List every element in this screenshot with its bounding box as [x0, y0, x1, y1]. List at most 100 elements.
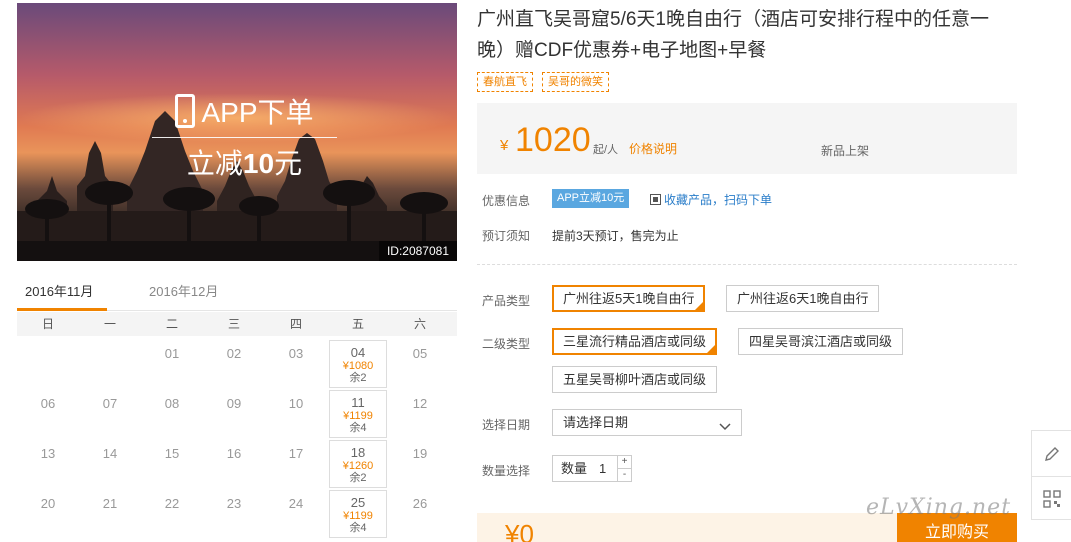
- chevron-down-icon: [719, 414, 731, 439]
- weekday-mon: 一: [103, 317, 116, 331]
- qr-code-tool[interactable]: [1032, 476, 1071, 521]
- calendar-week-row: 01 02 03 04 ¥1080 余2 05: [17, 338, 457, 388]
- type-option-5day[interactable]: 广州往返5天1晚自由行: [552, 285, 706, 312]
- calendar-day-18[interactable]: 18 ¥1260 余2: [329, 440, 387, 488]
- hotel-option-3star[interactable]: 三星流行精品酒店或同级: [552, 328, 718, 355]
- calendar-day-25[interactable]: 25 ¥1199 余4: [329, 490, 387, 538]
- date-select-placeholder: 请选择日期: [563, 415, 629, 430]
- calendar-day-price: ¥1199: [343, 510, 373, 522]
- calendar-day-14: 14: [102, 446, 118, 461]
- calendar-day-22: 22: [164, 496, 180, 511]
- calendar-day-09: 09: [226, 396, 242, 411]
- qr-order-link[interactable]: 收藏产品，扫码下单: [650, 191, 772, 208]
- calendar-day-number: 04: [350, 345, 366, 360]
- calendar-day-number: 18: [350, 445, 366, 460]
- product-hero-image: APP下单 立减10元 ID:2087081: [17, 3, 457, 261]
- site-watermark: eLvXing.net: [866, 495, 1012, 520]
- calendar-day-01: 01: [164, 346, 180, 361]
- qr-order-link-text: 收藏产品，扫码下单: [664, 193, 773, 207]
- product-type-label: 产品类型: [482, 294, 531, 308]
- calendar-day-12: 12: [412, 396, 428, 411]
- type-option-6day[interactable]: 广州往返6天1晚自由行: [726, 285, 880, 312]
- price-unit: 起/人: [593, 144, 619, 156]
- total-price: ¥0: [505, 519, 534, 542]
- quantity-prefix: 数量: [561, 461, 588, 476]
- weekday-thu: 四: [289, 317, 302, 331]
- new-product-status: 新品上架: [821, 144, 870, 158]
- floating-side-tools: [1031, 430, 1071, 520]
- promo-line2: 立减10元: [152, 142, 337, 182]
- app-discount-badge: APP立减10元: [552, 189, 630, 208]
- weekday-sun: 日: [41, 317, 54, 331]
- promo-line2-prefix: 立减: [186, 148, 243, 179]
- weekday-tue: 二: [165, 317, 178, 331]
- discount-label: 优惠信息: [482, 194, 531, 208]
- tab-2016-12[interactable]: 2016年12月: [141, 282, 226, 311]
- quantity-value[interactable]: 1: [599, 456, 606, 481]
- calendar-day-11[interactable]: 11 ¥1199 余4: [329, 390, 387, 438]
- feedback-tool[interactable]: [1032, 431, 1071, 476]
- promo-line1-text: APP下单: [201, 97, 314, 128]
- app-promo-overlay: APP下单 立减10元: [152, 91, 337, 182]
- mobile-phone-icon: [175, 94, 196, 128]
- product-tags: 春航直飞 吴哥的微笑: [477, 72, 609, 92]
- price-explain-link[interactable]: 价格说明: [629, 140, 677, 157]
- tab-2016-11[interactable]: 2016年11月: [17, 282, 107, 311]
- price-amount: 1020: [515, 121, 591, 159]
- calendar-day-24: 24: [288, 496, 304, 511]
- product-id-tag: ID:2087081: [378, 241, 457, 261]
- qr-code-icon: [650, 194, 661, 205]
- product-title: 广州直飞吴哥窟5/6天1晚自由行（酒店可安排行程中的任意一晚）赠CDF优惠券+电…: [477, 9, 989, 61]
- level2-type-label: 二级类型: [482, 337, 531, 351]
- calendar-day-price: ¥1080: [342, 360, 374, 372]
- quantity-label: 数量选择: [482, 464, 531, 478]
- calendar-day-08: 08: [164, 396, 180, 411]
- hotel-option-5star[interactable]: 五星吴哥柳叶酒店或同级: [552, 366, 718, 393]
- calendar-day-02: 02: [226, 346, 242, 361]
- calendar-week-row: 20 21 22 23 24 25 ¥1199 余4 26: [17, 488, 457, 538]
- calendar-day-06: 06: [40, 396, 56, 411]
- quantity-minus-button[interactable]: -: [617, 469, 631, 482]
- calendar-day-remaining: 余4: [349, 522, 367, 534]
- calendar-day-remaining: 余4: [349, 422, 367, 434]
- calendar-day-13: 13: [40, 446, 56, 461]
- pencil-icon: [1044, 446, 1059, 461]
- select-date-label: 选择日期: [482, 418, 531, 432]
- weekday-wed: 三: [227, 317, 240, 331]
- calendar-day-05: 05: [412, 346, 428, 361]
- hotel-option-4star[interactable]: 四星吴哥滨江酒店或同级: [738, 328, 904, 355]
- calendar-day-04[interactable]: 04 ¥1080 余2: [329, 340, 387, 388]
- price-panel: ¥ 1020 起/人 价格说明 新品上架: [477, 103, 1017, 174]
- calendar-day-remaining: 余2: [349, 472, 367, 484]
- calendar-day-26: 26: [412, 496, 428, 511]
- weekday-sat: 六: [413, 317, 426, 331]
- price-currency: ¥: [500, 137, 509, 154]
- calendar-day-15: 15: [164, 446, 180, 461]
- calendar-day-price: ¥1199: [343, 410, 373, 422]
- calendar-day-23: 23: [226, 496, 242, 511]
- calendar-week-row: 13 14 15 16 17 18 ¥1260 余2 19: [17, 438, 457, 488]
- calendar-weekday-header: 日 一 二 三 四 五 六: [17, 312, 457, 336]
- date-select-dropdown[interactable]: 请选择日期: [552, 409, 742, 436]
- qr-code-icon: [1042, 490, 1061, 508]
- calendar-month-tabs: 2016年11月 2016年12月: [17, 278, 457, 311]
- calendar-day-remaining: 余2: [349, 372, 367, 384]
- calendar-day-07: 07: [102, 396, 118, 411]
- calendar-day-16: 16: [226, 446, 242, 461]
- calendar-day-price: ¥1260: [342, 460, 374, 472]
- calendar-week-row: 06 07 08 09 10 11 ¥1199 余4 12: [17, 388, 457, 438]
- promo-line2-suffix: 元: [274, 148, 303, 179]
- tag-airline: 春航直飞: [477, 72, 533, 92]
- calendar-day-number: 25: [350, 495, 366, 510]
- calendar-day-03: 03: [288, 346, 304, 361]
- calendar-day-20: 20: [40, 496, 56, 511]
- promo-divider: [152, 137, 337, 138]
- calendar-grid: 01 02 03 04 ¥1080 余2 05 06 07 08 09 10 11 ¥1199 余4 12 13…: [17, 338, 457, 538]
- booking-notice-label: 预订须知: [482, 229, 531, 243]
- weekday-fri: 五: [351, 317, 364, 331]
- calendar-day-19: 19: [412, 446, 428, 461]
- promo-line2-amount: 10: [242, 148, 275, 179]
- section-divider: [477, 264, 1017, 265]
- quantity-plus-button[interactable]: +: [617, 456, 631, 469]
- quantity-stepper: 数量 1 + -: [552, 455, 632, 482]
